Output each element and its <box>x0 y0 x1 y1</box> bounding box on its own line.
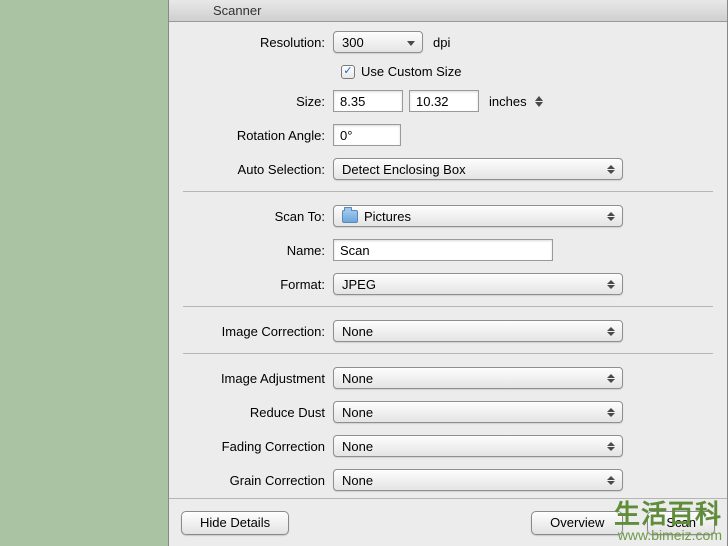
scanner-window: Scanner Resolution: 300 dpi ✓ Use Custom… <box>168 0 728 546</box>
updown-icon <box>604 371 618 385</box>
settings-panel: Resolution: 300 dpi ✓ Use Custom Size Si… <box>169 22 727 498</box>
fading-correction-dropdown[interactable]: None <box>333 435 623 457</box>
resolution-label: Resolution: <box>183 35 333 50</box>
format-value: JPEG <box>342 277 376 292</box>
image-correction-dropdown[interactable]: None <box>333 320 623 342</box>
fading-correction-value: None <box>342 439 373 454</box>
folder-icon <box>342 210 358 223</box>
divider <box>183 191 713 192</box>
fading-correction-label: Fading Correction <box>183 439 333 454</box>
use-custom-size-label: Use Custom Size <box>361 64 461 79</box>
overview-button[interactable]: Overview <box>531 511 623 535</box>
updown-icon <box>604 439 618 453</box>
image-adjustment-value: None <box>342 371 373 386</box>
name-input[interactable] <box>333 239 553 261</box>
updown-icon <box>604 162 618 176</box>
format-label: Format: <box>183 277 333 292</box>
rotation-label: Rotation Angle: <box>183 128 333 143</box>
grain-correction-label: Grain Correction <box>183 473 333 488</box>
updown-icon <box>604 405 618 419</box>
size-height-input[interactable] <box>409 90 479 112</box>
updown-icon <box>604 324 618 338</box>
size-unit-stepper[interactable] <box>535 96 543 107</box>
resolution-dropdown[interactable]: 300 <box>333 31 423 53</box>
updown-icon <box>604 473 618 487</box>
grain-correction-value: None <box>342 473 373 488</box>
reduce-dust-label: Reduce Dust <box>183 405 333 420</box>
grain-correction-dropdown[interactable]: None <box>333 469 623 491</box>
reduce-dust-dropdown[interactable]: None <box>333 401 623 423</box>
auto-selection-dropdown[interactable]: Detect Enclosing Box <box>333 158 623 180</box>
image-correction-value: None <box>342 324 373 339</box>
name-label: Name: <box>183 243 333 258</box>
chevron-up-icon <box>535 96 543 101</box>
auto-selection-label: Auto Selection: <box>183 162 333 177</box>
scan-to-label: Scan To: <box>183 209 333 224</box>
auto-selection-value: Detect Enclosing Box <box>342 162 466 177</box>
window-title: Scanner <box>213 3 261 18</box>
format-dropdown[interactable]: JPEG <box>333 273 623 295</box>
size-width-input[interactable] <box>333 90 403 112</box>
rotation-input[interactable] <box>333 124 401 146</box>
image-adjustment-dropdown[interactable]: None <box>333 367 623 389</box>
updown-icon <box>604 209 618 223</box>
reduce-dust-value: None <box>342 405 373 420</box>
size-unit: inches <box>489 94 527 109</box>
resolution-value: 300 <box>342 35 364 50</box>
titlebar: Scanner <box>169 0 727 22</box>
chevron-down-icon <box>404 35 418 49</box>
scan-to-value: Pictures <box>364 209 411 224</box>
size-label: Size: <box>183 94 333 109</box>
scan-button[interactable]: Scan <box>647 511 715 535</box>
resolution-unit: dpi <box>433 35 450 50</box>
scan-to-dropdown[interactable]: Pictures <box>333 205 623 227</box>
divider <box>183 306 713 307</box>
use-custom-size-checkbox[interactable]: ✓ <box>341 65 355 79</box>
divider <box>183 353 713 354</box>
bottom-bar: Hide Details Overview Scan <box>169 498 727 546</box>
updown-icon <box>604 277 618 291</box>
image-adjustment-label: Image Adjustment <box>183 371 333 386</box>
hide-details-button[interactable]: Hide Details <box>181 511 289 535</box>
image-correction-label: Image Correction: <box>183 324 333 339</box>
chevron-down-icon <box>535 102 543 107</box>
